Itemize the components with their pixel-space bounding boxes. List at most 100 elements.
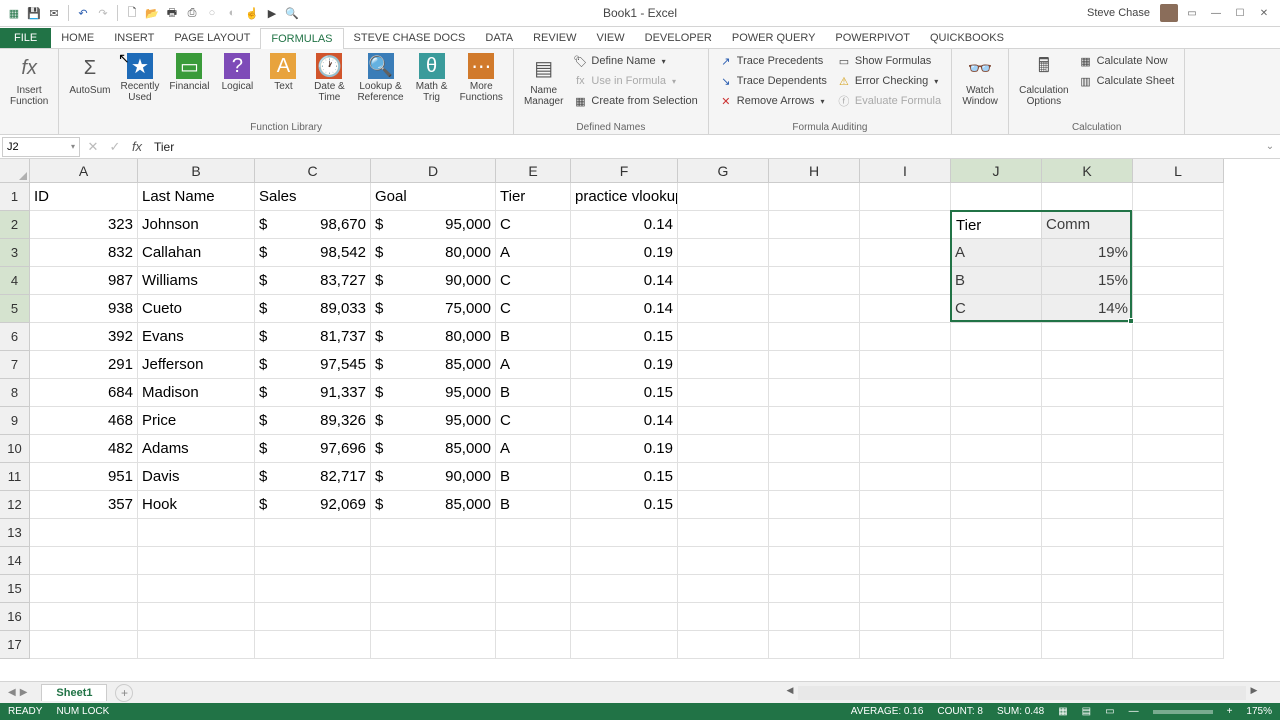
cell[interactable]: practice vlookup [571, 183, 678, 211]
quick-print-icon[interactable]: 🖶 [164, 5, 180, 21]
cell[interactable] [860, 631, 951, 659]
cell[interactable]: 0.15 [571, 379, 678, 407]
cell[interactable]: 14% [1042, 295, 1133, 323]
cell[interactable] [496, 519, 571, 547]
cell[interactable] [1133, 491, 1224, 519]
cell[interactable] [255, 631, 371, 659]
cell[interactable] [371, 519, 496, 547]
cell[interactable] [678, 575, 769, 603]
worksheet-grid[interactable]: ABCDEFGHIJKL 1234567891011121314151617 I… [0, 159, 1280, 695]
cell[interactable]: $75,000 [371, 295, 496, 323]
cell[interactable]: A [496, 239, 571, 267]
calculate-now-button[interactable]: ▦Calculate Now [1075, 51, 1179, 71]
cell[interactable]: $85,000 [371, 435, 496, 463]
financial-button[interactable]: ▭Financial [165, 51, 213, 94]
cell[interactable] [571, 631, 678, 659]
user-avatar[interactable] [1160, 4, 1178, 22]
name-manager-button[interactable]: ▤NameManager [520, 51, 567, 109]
cell[interactable] [255, 603, 371, 631]
row-header-14[interactable]: 14 [0, 547, 30, 575]
cell[interactable] [678, 323, 769, 351]
use-in-formula-button[interactable]: fxUse in Formula▾ [569, 71, 701, 91]
new-sheet-button[interactable]: + [115, 684, 133, 702]
cell[interactable] [138, 575, 255, 603]
cell[interactable] [951, 323, 1042, 351]
tab-home[interactable]: HOME [51, 28, 104, 48]
cell[interactable]: $89,033 [255, 295, 371, 323]
autosum-button[interactable]: ΣAutoSum [65, 51, 114, 98]
cell[interactable] [951, 547, 1042, 575]
col-header-F[interactable]: F [571, 159, 678, 183]
cell[interactable]: A [496, 435, 571, 463]
cell[interactable]: 15% [1042, 267, 1133, 295]
cell[interactable] [1042, 323, 1133, 351]
col-header-K[interactable]: K [1042, 159, 1133, 183]
cell[interactable]: $80,000 [371, 323, 496, 351]
cell[interactable] [951, 407, 1042, 435]
cell[interactable] [1133, 323, 1224, 351]
fx-button[interactable]: fx [126, 137, 148, 157]
recently-used-button[interactable]: ★RecentlyUsed [117, 51, 164, 105]
define-name-button[interactable]: 🏷Define Name▾ [569, 51, 701, 71]
date-time-button[interactable]: 🕐Date &Time [307, 51, 351, 105]
cell[interactable] [30, 603, 138, 631]
cell[interactable] [951, 491, 1042, 519]
cell[interactable] [1042, 463, 1133, 491]
view-break-icon[interactable]: ▭ [1105, 706, 1114, 717]
text-button[interactable]: AText [261, 51, 305, 94]
cell[interactable] [769, 323, 860, 351]
row-header-13[interactable]: 13 [0, 519, 30, 547]
cell[interactable]: Callahan [138, 239, 255, 267]
cell[interactable]: $97,696 [255, 435, 371, 463]
cell[interactable] [951, 631, 1042, 659]
open-icon[interactable]: 📂 [144, 5, 160, 21]
row-header-15[interactable]: 15 [0, 575, 30, 603]
cell[interactable]: C [951, 295, 1042, 323]
cell[interactable] [678, 463, 769, 491]
col-header-I[interactable]: I [860, 159, 951, 183]
tab-developer[interactable]: DEVELOPER [635, 28, 722, 48]
row-header-2[interactable]: 2 [0, 211, 30, 239]
sort-icon[interactable]: ◐ [224, 5, 240, 21]
cell[interactable] [678, 267, 769, 295]
tab-powerpivot[interactable]: POWERPIVOT [825, 28, 920, 48]
cell[interactable] [138, 547, 255, 575]
cell[interactable] [860, 295, 951, 323]
close-icon[interactable]: ✕ [1254, 4, 1274, 22]
cell[interactable] [571, 575, 678, 603]
cell[interactable] [571, 519, 678, 547]
cell[interactable]: $95,000 [371, 379, 496, 407]
cell[interactable] [1042, 575, 1133, 603]
cell[interactable] [1133, 519, 1224, 547]
cell[interactable]: Tier [496, 183, 571, 211]
maximize-icon[interactable]: ☐ [1230, 4, 1250, 22]
cell[interactable] [678, 211, 769, 239]
cell[interactable]: 0.14 [571, 295, 678, 323]
cell[interactable] [860, 239, 951, 267]
touch-icon[interactable]: ☝ [244, 5, 260, 21]
cell[interactable] [951, 575, 1042, 603]
cell[interactable]: $90,000 [371, 463, 496, 491]
cell[interactable] [769, 463, 860, 491]
cell[interactable] [30, 575, 138, 603]
cell[interactable]: Johnson [138, 211, 255, 239]
cell[interactable] [371, 603, 496, 631]
cell[interactable] [678, 491, 769, 519]
cell[interactable] [30, 631, 138, 659]
cell[interactable]: $95,000 [371, 407, 496, 435]
cell[interactable]: 832 [30, 239, 138, 267]
tab-view[interactable]: VIEW [587, 28, 635, 48]
cell[interactable] [1042, 631, 1133, 659]
cell[interactable] [1133, 211, 1224, 239]
cell[interactable]: $80,000 [371, 239, 496, 267]
show-formulas-button[interactable]: ▭Show Formulas [833, 51, 945, 71]
cell[interactable]: $85,000 [371, 491, 496, 519]
zoom-in-icon[interactable]: + [1227, 706, 1233, 717]
cell[interactable]: A [951, 239, 1042, 267]
tab-review[interactable]: REVIEW [523, 28, 586, 48]
cell[interactable] [860, 267, 951, 295]
calculate-sheet-button[interactable]: ▥Calculate Sheet [1075, 71, 1179, 91]
cell[interactable]: Hook [138, 491, 255, 519]
enter-formula-icon[interactable]: ✓ [104, 137, 126, 157]
cell[interactable] [1042, 547, 1133, 575]
